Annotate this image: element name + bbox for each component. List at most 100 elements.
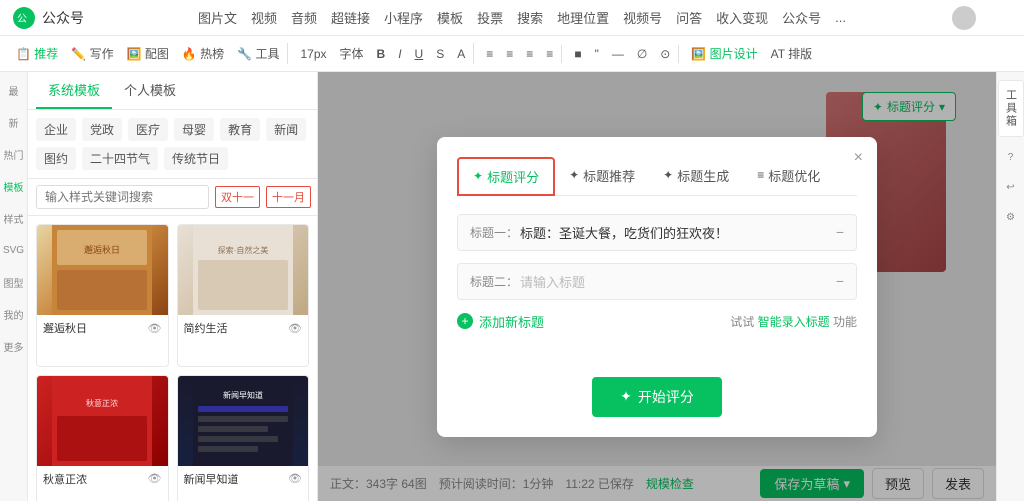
cat-parenting[interactable]: 母婴 — [174, 118, 214, 141]
right-icon-back[interactable]: ↩ — [1001, 177, 1021, 197]
toolbar-btn-at[interactable]: ⊙ — [655, 45, 675, 63]
right-sidebar: 工具箱 ? ↩ ⚙ — [996, 72, 1024, 501]
modal-field-row-1: 标题一： 标题：圣诞大餐，吃货们的狂欢夜！ − — [457, 214, 857, 251]
smart-link: 试试 智能录入标题 功能 — [730, 313, 857, 330]
toolbar-btn-recommend[interactable]: 📋 推荐 — [11, 43, 63, 64]
add-title-btn[interactable]: + 添加新标题 — [457, 312, 544, 331]
nav-item-income[interactable]: 收入变现 — [716, 8, 768, 27]
template-card-minimal[interactable]: 探索·自然之美 简约生活 👁 — [177, 224, 310, 367]
toolbar-btn-tool[interactable]: 🔧 工具 — [232, 43, 284, 64]
nav-item-audio[interactable]: 音频 — [291, 8, 317, 27]
nav-item-search[interactable]: 搜索 — [517, 8, 543, 27]
toolbar-btn-color[interactable]: A — [452, 45, 470, 63]
tab-generate-icon: ✦ — [663, 168, 673, 182]
sidebar-icon-hot[interactable]: 热门 — [4, 144, 24, 164]
template-card-footer-4: 新闻早知道 👁 — [178, 466, 309, 492]
toolbar-btn-align-center[interactable]: ≡ — [501, 45, 518, 63]
cat-minimal[interactable]: 图约 — [36, 147, 76, 170]
nav-item-video[interactable]: 视频 — [251, 8, 277, 27]
modal-tab-generate[interactable]: ✦ 标题生成 — [649, 157, 743, 196]
cat-enterprise[interactable]: 企业 — [36, 118, 76, 141]
sidebar-icon-style[interactable]: 样式 — [4, 208, 24, 228]
nav-item-miniapp[interactable]: 小程序 — [384, 8, 423, 27]
nav-item-qa[interactable]: 问答 — [676, 8, 702, 27]
modal-field-row-2: 标题二： 请输入标题 − — [457, 263, 857, 300]
modal-tab-optimize[interactable]: ≡ 标题优化 — [743, 157, 834, 196]
eye-icon[interactable]: 👁 — [148, 322, 162, 335]
avatar[interactable] — [952, 6, 976, 30]
nav-item-template[interactable]: 模板 — [437, 8, 463, 27]
toolbar-btn-dash[interactable]: — — [607, 45, 629, 63]
modal-overlay[interactable]: × ✦ 标题评分 ✦ 标题推荐 ✦ 标题生成 — [318, 72, 996, 501]
field1-collapse-btn[interactable]: − — [836, 224, 844, 240]
toolbar-btn-phi[interactable]: ∅ — [632, 45, 652, 63]
start-score-btn[interactable]: ✦ 开始评分 — [592, 377, 722, 417]
date-badge-november[interactable]: 十一月 — [266, 186, 311, 208]
toolbar-btn-bold[interactable]: B — [372, 45, 391, 63]
eye-icon-2[interactable]: 👁 — [288, 322, 302, 335]
nav-item-vote[interactable]: 投票 — [477, 8, 503, 27]
editor-area[interactable]: ✦ 标题评分 ▾ × ✦ 标题评分 ✦ 标题推荐 — [318, 72, 996, 501]
nav-item-official[interactable]: 公众号 — [782, 8, 821, 27]
field2-collapse-btn[interactable]: − — [836, 273, 844, 289]
date-badge-double11[interactable]: 双十一 — [215, 186, 260, 208]
cat-party[interactable]: 党政 — [82, 118, 122, 141]
template-search: 双十一 十一月 — [28, 179, 317, 216]
template-card-img-minimal: 探索·自然之美 — [178, 225, 309, 315]
toolbar-btn-font[interactable]: 字体 — [335, 43, 369, 64]
toolbar-btn-align-right[interactable]: ≡ — [521, 45, 538, 63]
template-card-news[interactable]: 新闻早知道 新闻早知道 👁 — [177, 375, 310, 501]
sidebar-icon-svg[interactable]: SVG — [4, 240, 24, 260]
cat-24solar[interactable]: 二十四节气 — [82, 147, 158, 170]
search-input[interactable] — [36, 185, 209, 209]
toolbar-btn-align-left[interactable]: ≡ — [481, 45, 498, 63]
template-card-autumn[interactable]: 邂逅秋日 邂逅秋日 👁 — [36, 224, 169, 367]
sidebar-icon-template[interactable]: 模板 — [4, 176, 24, 196]
smart-link-anchor[interactable]: 智能录入标题 — [758, 315, 830, 329]
sidebar-icon-latest[interactable]: 最 — [4, 80, 24, 100]
start-btn-icon: ✦ — [620, 388, 632, 405]
toolbar-btn-strikethrough[interactable]: S — [431, 45, 449, 63]
field2-placeholder[interactable]: 请输入标题 — [520, 272, 836, 291]
toolbar-btn-italic[interactable]: I — [393, 45, 406, 63]
toolbar-btn-quote[interactable]: " — [590, 45, 604, 63]
sidebar-icon-shape[interactable]: 图型 — [4, 272, 24, 292]
nav-item-location[interactable]: 地理位置 — [557, 8, 609, 27]
cat-traditional[interactable]: 传统节日 — [164, 147, 228, 170]
toolbar-btn-imgdesign[interactable]: 🖼️ 图片设计 — [686, 43, 762, 64]
field1-value[interactable]: 标题：圣诞大餐，吃货们的狂欢夜！ — [520, 223, 836, 242]
toolbar-btn-block[interactable]: ■ — [569, 45, 586, 63]
tab-system-template[interactable]: 系统模板 — [36, 72, 112, 109]
modal-close-btn[interactable]: × — [854, 149, 863, 167]
sidebar-icon-new[interactable]: 新 — [4, 112, 24, 132]
sidebar-icon-more[interactable]: 更多 — [4, 336, 24, 356]
cat-medical[interactable]: 医疗 — [128, 118, 168, 141]
toolbar-btn-layout[interactable]: AT 排版 — [766, 43, 818, 64]
right-icon-settings[interactable]: ⚙ — [1001, 207, 1021, 227]
cat-education[interactable]: 教育 — [220, 118, 260, 141]
modal-tab-recommend[interactable]: ✦ 标题推荐 — [555, 157, 649, 196]
sidebar-icon-mine[interactable]: 我的 — [4, 304, 24, 324]
cat-news[interactable]: 新闻 — [266, 118, 306, 141]
right-icon-question[interactable]: ? — [1001, 147, 1021, 167]
eye-icon-4[interactable]: 👁 — [288, 472, 302, 485]
toolbox-label[interactable]: 工具箱 — [998, 80, 1024, 137]
template-card-footer: 邂逅秋日 👁 — [37, 315, 168, 341]
card-name-minimal: 简约生活 — [184, 320, 228, 336]
toolbar-btn-write[interactable]: ✏️ 写作 — [66, 43, 118, 64]
nav-item-imgtext[interactable]: 图片文 — [198, 8, 237, 27]
eye-icon-3[interactable]: 👁 — [148, 472, 162, 485]
toolbar-btn-indent[interactable]: ≡ — [541, 45, 558, 63]
toolbar-btn-underline[interactable]: U — [410, 45, 429, 63]
nav-more[interactable]: ... — [835, 10, 846, 25]
nav-item-videonumber[interactable]: 视频号 — [623, 8, 662, 27]
toolbar-btn-fontsize[interactable]: 17px — [295, 45, 331, 63]
template-card-footer-3: 秋意正浓 👁 — [37, 466, 168, 492]
template-card-redbg[interactable]: 秋意正浓 秋意正浓 👁 — [36, 375, 169, 501]
tab-personal-template[interactable]: 个人模板 — [112, 72, 188, 109]
modal-tab-score[interactable]: ✦ 标题评分 — [457, 157, 555, 196]
toolbar-btn-hot[interactable]: 🔥 热榜 — [177, 43, 229, 64]
nav-item-link[interactable]: 超链接 — [331, 8, 370, 27]
toolbar-btn-image[interactable]: 🖼️ 配图 — [122, 43, 174, 64]
template-card-img-news: 新闻早知道 — [178, 376, 309, 466]
